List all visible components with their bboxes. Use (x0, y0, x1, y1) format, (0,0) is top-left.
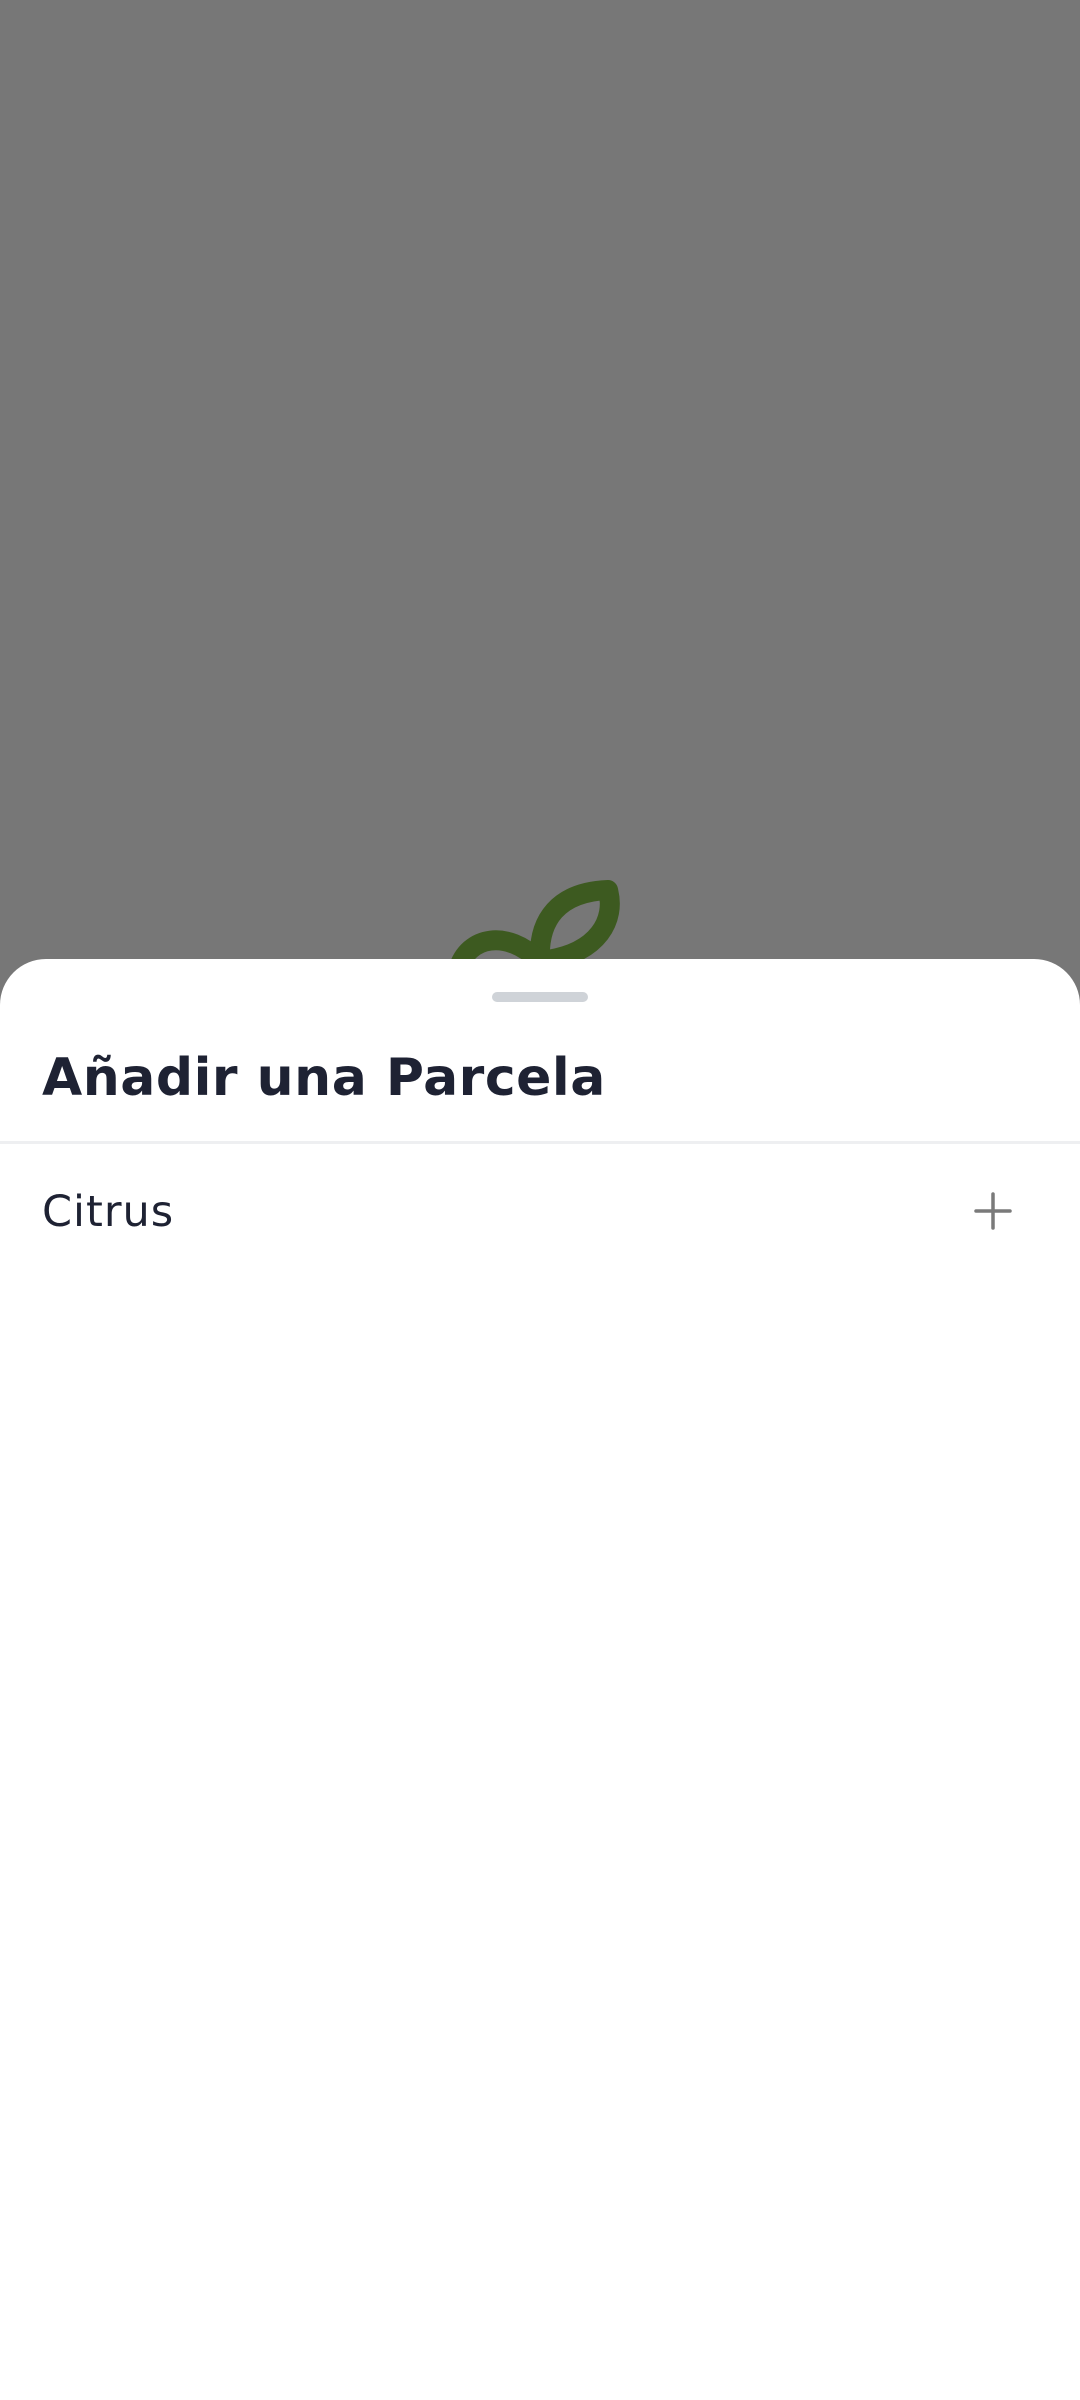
drag-handle[interactable] (492, 992, 588, 1002)
bottom-sheet: Añadir una Parcela Citrus (0, 959, 1080, 2400)
list-item-citrus[interactable]: Citrus (0, 1144, 1080, 1294)
plus-icon (974, 1192, 1012, 1230)
list-item-label: Citrus (42, 1187, 175, 1237)
sprout-icon (448, 880, 620, 970)
sheet-title: Añadir una Parcela (42, 1048, 606, 1108)
add-parcel-button[interactable] (960, 1178, 1026, 1244)
